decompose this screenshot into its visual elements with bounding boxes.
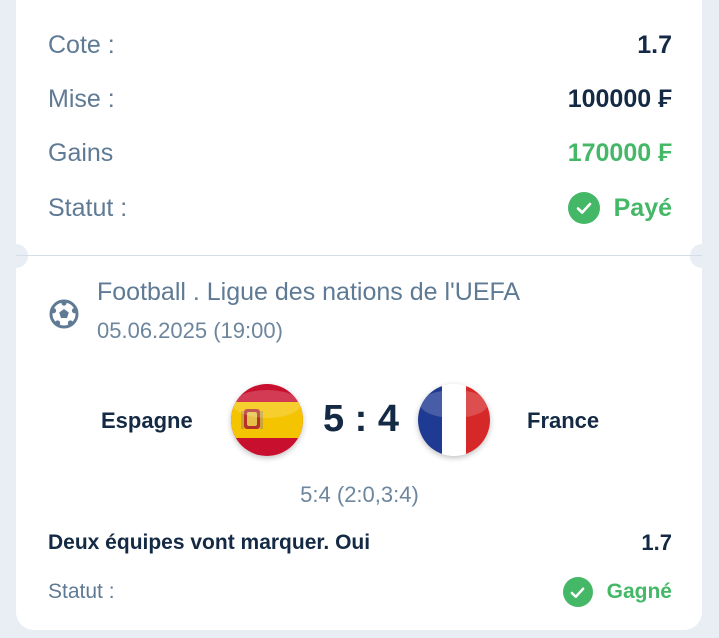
score-detail: 5:4 (2:0,3:4)	[300, 482, 419, 507]
winnings-row: Gains 170000 ₣	[48, 133, 672, 173]
winnings-value: 170000 ₣	[567, 138, 672, 167]
stake-value: 100000 ₣	[567, 84, 672, 113]
odds-label: Cote :	[48, 30, 115, 59]
check-circle-icon	[567, 192, 600, 224]
odds-row: Cote : 1.7	[48, 25, 672, 65]
ticket-status-label: Statut :	[48, 193, 128, 222]
bet-selection-row: Deux équipes vont marquer. Oui 1.7	[48, 530, 672, 556]
event-title[interactable]: Football . Ligue des nations de l'UEFA	[97, 278, 520, 307]
odds-value: 1.7	[637, 30, 672, 59]
bet-status-value: Gagné	[606, 580, 672, 603]
bet-status-label: Statut :	[48, 580, 115, 603]
france-flag-icon	[418, 384, 490, 456]
home-team-name: Espagne	[101, 408, 193, 433]
ticket-divider	[16, 255, 702, 256]
ticket-status-value: Payé	[613, 193, 672, 222]
ticket-status: Payé	[567, 192, 672, 224]
soccer-ball-icon	[49, 299, 79, 329]
match-score: 5 : 4	[322, 398, 400, 440]
spain-flag-icon	[231, 384, 303, 456]
bet-selection-name: Deux équipes vont marquer. Oui	[48, 531, 371, 554]
event-date: 05.06.2025 (19:00)	[97, 318, 283, 343]
check-circle-icon	[562, 577, 593, 607]
ticket-notch-right	[690, 244, 714, 268]
ticket-notch-left	[4, 244, 28, 268]
bet-status: Gagné	[562, 577, 672, 607]
stake-row: Mise : 100000 ₣	[48, 79, 672, 119]
ticket-status-row: Statut : Payé	[48, 188, 672, 228]
stake-label: Mise :	[48, 84, 115, 113]
away-team-name: France	[527, 408, 600, 433]
bet-selection-odd: 1.7	[641, 530, 672, 555]
winnings-label: Gains	[48, 138, 114, 167]
bet-status-row: Statut : Gagné	[48, 572, 672, 612]
